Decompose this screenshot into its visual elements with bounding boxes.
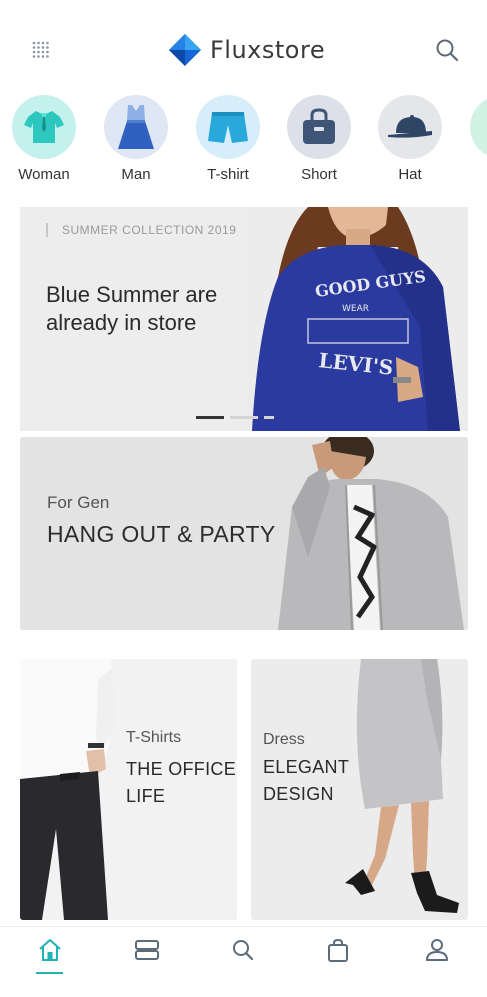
card-title: THE OFFICE LIFE xyxy=(126,759,236,806)
carousel-dot[interactable] xyxy=(264,416,274,419)
shirt-icon xyxy=(24,111,64,143)
cap-icon xyxy=(388,115,432,138)
category-label: Hat xyxy=(398,166,422,183)
category-tshirt[interactable]: T-shirt xyxy=(182,95,274,183)
category-circle xyxy=(12,95,76,159)
category-card-dress[interactable]: Dress ELEGANT DESIGN xyxy=(251,659,468,920)
brand-logo-icon xyxy=(169,34,201,66)
bag-icon[interactable] xyxy=(325,937,351,963)
svg-text:WEAR: WEAR xyxy=(342,304,369,314)
promo-subtitle: For Gen xyxy=(47,493,110,512)
category-partial[interactable]: S xyxy=(456,95,487,183)
active-tab-indicator xyxy=(36,972,63,974)
brand: Fluxstore xyxy=(168,32,325,68)
carousel-dot[interactable] xyxy=(230,416,258,419)
category-label: Man xyxy=(121,166,151,183)
list-icon[interactable] xyxy=(134,937,160,963)
hero-subtitle: SUMMER COLLECTION 2019 xyxy=(46,223,236,237)
search-icon[interactable] xyxy=(230,937,256,963)
category-man[interactable]: Man xyxy=(90,95,182,183)
user-icon[interactable] xyxy=(424,937,450,963)
card-title: ELEGANT DESIGN xyxy=(263,757,349,804)
promo-title: HANG OUT & PARTY xyxy=(47,521,276,547)
app-header: Fluxstore xyxy=(0,0,487,95)
dress-icon xyxy=(118,105,154,149)
category-circle xyxy=(196,95,260,159)
category-card-tshirts[interactable]: T-Shirts THE OFFICE LIFE xyxy=(20,659,237,920)
promo-banner[interactable]: For Gen HANG OUT & PARTY xyxy=(20,437,468,630)
carousel-dot-active[interactable] xyxy=(196,416,224,419)
shorts-icon xyxy=(208,112,248,143)
category-label: Short xyxy=(301,166,337,183)
hero-model-image: GOOD GUYS WEAR LEVI'S xyxy=(248,207,468,431)
home-icon[interactable] xyxy=(37,937,63,963)
hero-banner[interactable]: GOOD GUYS WEAR LEVI'S SUMMER COLLECTION … xyxy=(20,207,468,431)
brand-name: Fluxstore xyxy=(210,36,326,64)
category-circle xyxy=(470,95,487,159)
tshirt-model-image xyxy=(20,659,116,920)
search-icon[interactable] xyxy=(434,37,460,63)
bottom-navigation xyxy=(0,926,487,997)
grid-dots-icon[interactable] xyxy=(31,40,51,60)
category-label: T-shirt xyxy=(207,166,249,183)
category-circle xyxy=(378,95,442,159)
category-circle xyxy=(287,95,351,159)
category-list: Woman Man T-shirt Short Hat xyxy=(0,95,487,190)
hero-title: Blue Summer are already in store xyxy=(46,282,218,335)
promo-model-image xyxy=(268,437,468,630)
card-subtitle: Dress xyxy=(263,731,305,748)
category-label: Woman xyxy=(18,166,70,183)
category-woman[interactable]: Woman xyxy=(0,95,90,183)
bag-icon xyxy=(303,108,335,144)
partial-icon xyxy=(482,107,487,147)
category-short[interactable]: Short xyxy=(273,95,365,183)
category-circle xyxy=(104,95,168,159)
category-hat[interactable]: Hat xyxy=(364,95,456,183)
card-subtitle: T-Shirts xyxy=(126,729,182,746)
carousel-indicator xyxy=(196,416,274,419)
